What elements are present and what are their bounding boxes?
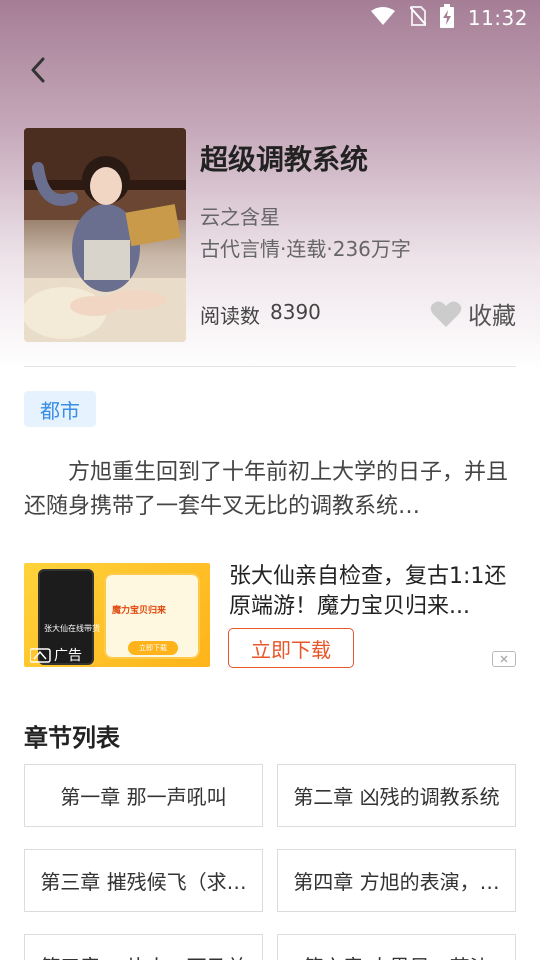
chapter-item[interactable]: 第二章 凶残的调教系统: [277, 764, 516, 827]
book-meta: 古代言情·连载·236万字: [200, 237, 411, 261]
ad-title[interactable]: 张大仙亲自检查，复古1:1还原端游！魔力宝贝归来...: [229, 562, 519, 622]
chapter-label: 第四章 方旭的表演，…: [293, 870, 500, 894]
chapter-list-title: 章节列表: [24, 724, 120, 752]
chevron-left-icon: [31, 57, 45, 83]
ad-image[interactable]: 张大仙在线带货 魔力宝贝归来 立即下载 广告: [24, 563, 210, 667]
chapter-item[interactable]: 第四章 方旭的表演，…: [277, 849, 516, 912]
category-tag[interactable]: 都市: [24, 391, 96, 427]
book-cover-image[interactable]: [24, 128, 186, 342]
favorite-button[interactable]: 收藏: [430, 296, 516, 331]
wifi-icon: [370, 6, 396, 31]
ad-card-graphic: 魔力宝贝归来 立即下载: [104, 573, 200, 659]
read-count-label: 阅读数: [200, 304, 260, 328]
divider: [24, 366, 516, 367]
chapter-item[interactable]: 第五章 一片人，下马羊: [24, 934, 263, 960]
ad-download-button[interactable]: 立即下载: [228, 628, 354, 668]
status-bar: 11:32: [0, 0, 540, 36]
ad-label: 广告: [30, 645, 82, 665]
book-title: 超级调教系统: [200, 143, 369, 176]
status-time: 11:32: [467, 6, 528, 30]
chapter-label: 第五章 一片人，下马羊: [40, 951, 246, 960]
no-sim-icon: [409, 5, 427, 32]
ad-logo-icon: [30, 648, 51, 663]
book-author[interactable]: 云之含星: [200, 201, 280, 230]
read-count-value: 8390: [270, 300, 321, 324]
ad-card-title: 魔力宝贝归来: [112, 606, 167, 616]
close-icon: [500, 655, 508, 663]
chapter-item[interactable]: 第六章 大黑风，若沙: [277, 934, 516, 960]
chapter-item[interactable]: 第一章 那一声吼叫: [24, 764, 263, 827]
battery-charging-icon: [439, 3, 454, 33]
ad-phone-text: 张大仙在线带货: [44, 624, 100, 633]
book-intro[interactable]: 方旭重生回到了十年前初上大学的日子，并且还随身携带了一套牛叉无比的调教系统…: [24, 456, 519, 524]
chapter-label: 第六章 大黑风，若沙: [303, 951, 489, 960]
chapter-label: 第一章 那一声吼叫: [60, 785, 227, 809]
chapter-label: 第三章 摧残候飞（求…: [40, 870, 247, 894]
heart-icon: [430, 301, 462, 327]
ad-close-button[interactable]: [492, 651, 516, 667]
ad-card-button: 立即下载: [128, 641, 178, 655]
chapter-label: 第二章 凶残的调教系统: [293, 785, 500, 809]
chapter-item[interactable]: 第三章 摧残候飞（求…: [24, 849, 263, 912]
favorite-label: 收藏: [468, 302, 516, 330]
ad-label-text: 广告: [54, 648, 82, 664]
read-count-row: 阅读数 8390: [200, 300, 321, 329]
back-button[interactable]: [18, 52, 58, 88]
